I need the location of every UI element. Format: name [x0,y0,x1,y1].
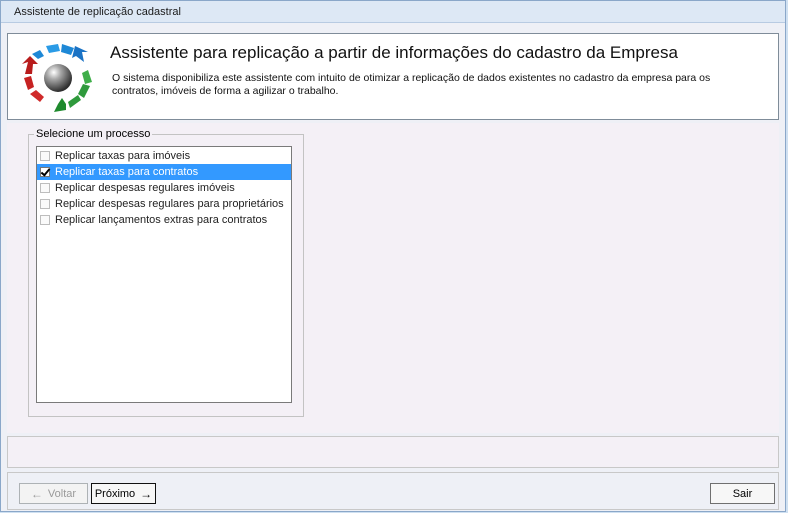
header-description: O sistema disponibiliza este assistente … [112,72,711,97]
checkbox[interactable] [40,199,50,209]
checkbox-checked[interactable] [40,167,50,177]
checkbox[interactable] [40,215,50,225]
header-title: Assistente para replicação a partir de i… [110,43,678,62]
back-button-label: Voltar [47,487,77,500]
exit-button-label: Sair [732,487,753,500]
exit-button[interactable]: Sair [710,483,775,504]
process-item-label: Replicar taxas para contratos [55,166,199,178]
status-panel [7,436,779,468]
wizard-footer: ← Voltar Próximo → Sair [7,472,779,510]
process-item-replicar-despesas-imoveis[interactable]: Replicar despesas regulares imóveis [37,180,291,196]
next-button-label: Próximo [94,487,136,500]
replication-cycle-icon [22,44,92,112]
process-item-replicar-taxas-contratos[interactable]: Replicar taxas para contratos [37,164,291,180]
process-item-label: Replicar lançamentos extras para contrat… [55,214,268,226]
window-title: Assistente de replicação cadastral [14,6,181,18]
window-titlebar: Assistente de replicação cadastral [1,1,785,23]
wizard-content: Selecione um processo Replicar taxas par… [7,123,779,433]
checkbox[interactable] [40,151,50,161]
arrow-left-icon: ← [30,486,43,501]
back-button[interactable]: ← Voltar [19,483,88,504]
checkbox[interactable] [40,183,50,193]
process-groupbox: Selecione um processo Replicar taxas par… [28,128,304,417]
process-item-replicar-despesas-proprietarios[interactable]: Replicar despesas regulares para proprie… [37,196,291,212]
process-checklist[interactable]: Replicar taxas para imóveis Replicar tax… [36,146,292,403]
process-item-label: Replicar despesas regulares imóveis [55,182,235,194]
wizard-header: Assistente para replicação a partir de i… [7,33,779,120]
wizard-window: Assistente de replicação cadastral Assis… [0,0,786,512]
process-item-label: Replicar despesas regulares para proprie… [55,198,284,210]
process-item-replicar-taxas-imoveis[interactable]: Replicar taxas para imóveis [37,148,291,164]
arrow-right-icon: → [140,486,153,501]
next-button[interactable]: Próximo → [91,483,156,504]
process-item-replicar-lancamentos-extras[interactable]: Replicar lançamentos extras para contrat… [37,212,291,228]
process-item-label: Replicar taxas para imóveis [55,150,191,162]
process-group-legend: Selecione um processo [34,128,153,140]
